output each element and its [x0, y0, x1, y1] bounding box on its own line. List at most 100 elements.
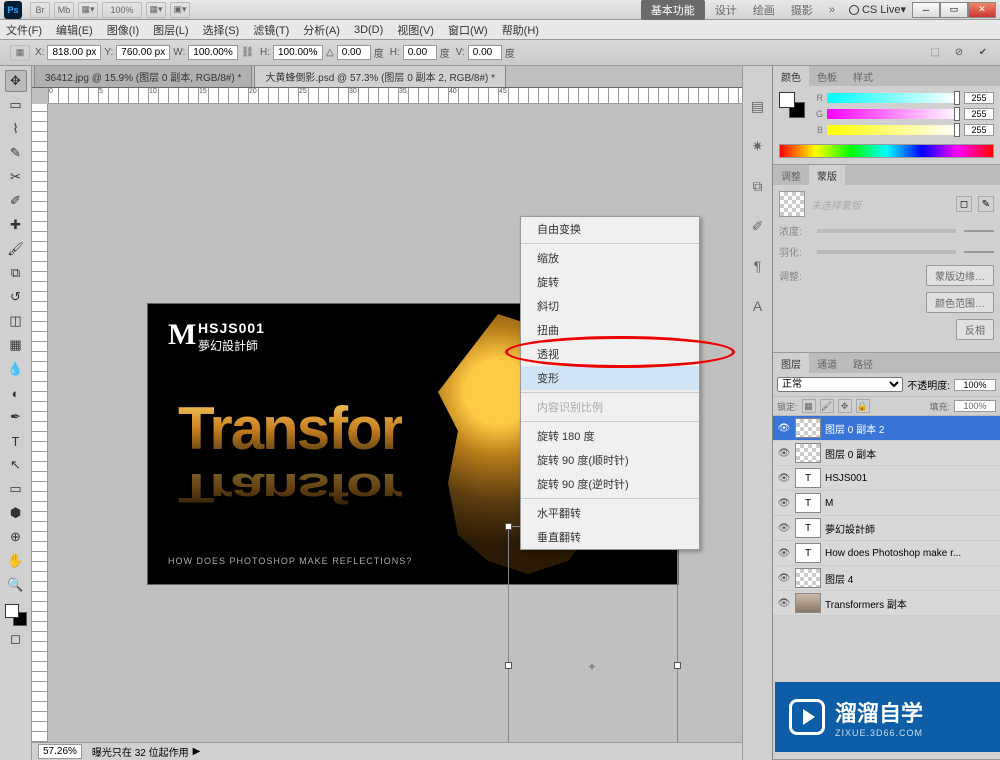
paragraph-panel-icon[interactable]: ¶	[748, 256, 768, 276]
screen-mode-icon[interactable]: ▣▾	[170, 2, 190, 18]
gradient-tool[interactable]: ▦	[5, 334, 27, 356]
visibility-icon[interactable]: 👁	[777, 498, 791, 509]
pen-tool[interactable]: ✒	[5, 406, 27, 428]
hand-tool[interactable]: ✋	[5, 550, 27, 572]
tab-swatches[interactable]: 色板	[809, 66, 845, 86]
feather-slider[interactable]	[817, 250, 956, 254]
healing-tool[interactable]: ✚	[5, 214, 27, 236]
visibility-icon[interactable]: 👁	[777, 448, 791, 459]
marquee-tool[interactable]: ▭	[5, 94, 27, 116]
menu-window[interactable]: 窗口(W)	[448, 22, 488, 38]
lock-position-icon[interactable]: ✥	[838, 399, 852, 413]
tab-color[interactable]: 颜色	[773, 66, 809, 86]
zoom-level[interactable]: 100%	[102, 2, 142, 18]
tab-paths[interactable]: 路径	[845, 353, 881, 373]
lock-all-icon[interactable]: 🔒	[856, 399, 870, 413]
history-brush-tool[interactable]: ↺	[5, 286, 27, 308]
layer-row[interactable]: 👁图层 0 副本 2	[773, 416, 1000, 441]
tab-layers[interactable]: 图层	[773, 353, 809, 373]
ctx-warp[interactable]: 变形	[521, 366, 699, 390]
3d-tool[interactable]: ⬢	[5, 502, 27, 524]
value-x[interactable]: 818.00 px	[47, 45, 101, 60]
layer-row[interactable]: 👁TM	[773, 491, 1000, 516]
ctx-rotate-180[interactable]: 旋转 180 度	[521, 424, 699, 448]
lock-transparency-icon[interactable]: ▦	[802, 399, 816, 413]
ruler-horizontal[interactable]: 051015202530354045	[48, 88, 742, 104]
3d-camera-tool[interactable]: ⊕	[5, 526, 27, 548]
close-button[interactable]: ✕	[968, 2, 996, 18]
layer-row[interactable]: 👁THow does Photoshop make r...	[773, 541, 1000, 566]
brush-tool[interactable]: 🖌	[5, 238, 27, 260]
ctx-flip-h[interactable]: 水平翻转	[521, 501, 699, 525]
slider-g[interactable]	[827, 109, 958, 119]
value-y[interactable]: 760.00 px	[116, 45, 170, 60]
value-w[interactable]: 100.00%	[188, 45, 238, 60]
type-tool[interactable]: T	[5, 430, 27, 452]
view-extras-icon[interactable]: ▦▾	[78, 2, 98, 18]
workspace-design[interactable]: 设计	[715, 2, 737, 18]
ctx-rotate[interactable]: 旋转	[521, 270, 699, 294]
value-g[interactable]: 255	[964, 108, 994, 120]
handle-r[interactable]	[674, 662, 681, 669]
bridge-icon[interactable]: Br	[30, 2, 50, 18]
stamp-tool[interactable]: ⧉	[5, 262, 27, 284]
menu-help[interactable]: 帮助(H)	[502, 22, 539, 38]
vector-mask-icon[interactable]: ✎	[978, 196, 994, 212]
color-range-button[interactable]: 颜色范围…	[926, 292, 994, 313]
menu-view[interactable]: 视图(V)	[397, 22, 434, 38]
status-arrow[interactable]: ▶	[193, 746, 201, 757]
lasso-tool[interactable]: ⌇	[5, 118, 27, 140]
blur-tool[interactable]: 💧	[5, 358, 27, 380]
ctx-free-transform[interactable]: 自由变换	[521, 217, 699, 241]
value-skew-h[interactable]: 0.00	[403, 45, 437, 60]
path-select-tool[interactable]: ↖	[5, 454, 27, 476]
layer-row[interactable]: 👁T夢幻設計師	[773, 516, 1000, 541]
layer-row[interactable]: 👁图层 4	[773, 566, 1000, 591]
color-swatch[interactable]	[5, 604, 27, 626]
status-zoom[interactable]: 57.26%	[38, 744, 82, 759]
maximize-button[interactable]: ▭	[940, 2, 968, 18]
quick-select-tool[interactable]: ✎	[5, 142, 27, 164]
dodge-tool[interactable]: ◐	[5, 382, 27, 404]
color-spectrum[interactable]	[779, 144, 994, 158]
commit-transform-icon[interactable]: ✔	[974, 44, 992, 62]
pixel-mask-icon[interactable]: ◻	[956, 196, 972, 212]
tab-masks[interactable]: 蒙版	[809, 165, 845, 185]
warp-mode-icon[interactable]: ⬚	[926, 44, 944, 62]
panel-color-swatch[interactable]	[779, 92, 805, 118]
workspace-more[interactable]: »	[829, 4, 835, 16]
crop-tool[interactable]: ✂	[5, 166, 27, 188]
clone-panel-icon[interactable]: ⧉	[748, 176, 768, 196]
ctx-rotate-90-ccw[interactable]: 旋转 90 度(逆时针)	[521, 472, 699, 496]
eyedropper-tool[interactable]: ✐	[5, 190, 27, 212]
tab-styles[interactable]: 样式	[845, 66, 881, 86]
minimize-button[interactable]: ─	[912, 2, 940, 18]
visibility-icon[interactable]: 👁	[777, 423, 791, 434]
workspace-button[interactable]: 基本功能	[641, 0, 705, 20]
opacity-value[interactable]: 100%	[954, 379, 996, 391]
cs-live[interactable]: CS Live ▾	[849, 3, 906, 16]
menu-edit[interactable]: 编辑(E)	[56, 22, 93, 38]
shape-tool[interactable]: ▭	[5, 478, 27, 500]
tab-channels[interactable]: 通道	[809, 353, 845, 373]
density-slider[interactable]	[817, 229, 956, 233]
styles-panel-icon[interactable]: A	[748, 296, 768, 316]
character-panel-icon[interactable]: ✐	[748, 216, 768, 236]
ctx-rotate-90-cw[interactable]: 旋转 90 度(顺时针)	[521, 448, 699, 472]
density-value[interactable]	[964, 230, 994, 232]
menu-select[interactable]: 选择(S)	[203, 22, 240, 38]
layer-row[interactable]: 👁THSJS001	[773, 466, 1000, 491]
ctx-perspective[interactable]: 透视	[521, 342, 699, 366]
transform-bounding-box[interactable]: ✦	[508, 526, 678, 760]
ctx-distort[interactable]: 扭曲	[521, 318, 699, 342]
feather-value[interactable]	[964, 251, 994, 253]
layer-row[interactable]: 👁图层 0 副本	[773, 441, 1000, 466]
workspace-photo[interactable]: 摄影	[791, 2, 813, 18]
visibility-icon[interactable]: 👁	[777, 598, 791, 609]
visibility-icon[interactable]: 👁	[777, 523, 791, 534]
ruler-vertical[interactable]	[32, 104, 48, 742]
doc-tab-1[interactable]: 36412.jpg @ 15.9% (图层 0 副本, RGB/8#) *	[34, 66, 252, 87]
menu-analysis[interactable]: 分析(A)	[303, 22, 340, 38]
zoom-tool[interactable]: 🔍	[5, 574, 27, 596]
ctx-scale[interactable]: 缩放	[521, 246, 699, 270]
